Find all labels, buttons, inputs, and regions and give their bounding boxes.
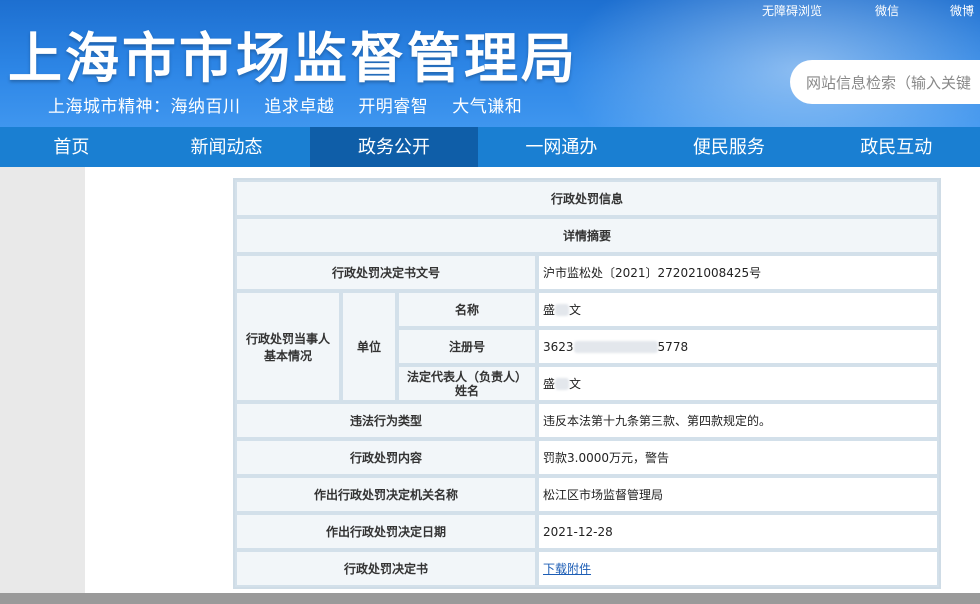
redacted-blur	[555, 304, 570, 316]
redacted-blur	[573, 340, 658, 353]
name-value: 盛文	[537, 291, 939, 328]
accessibility-link[interactable]: 无障碍浏览	[762, 2, 822, 19]
name-value-start: 盛	[543, 303, 556, 317]
download-attachment-link[interactable]: 下载附件	[543, 562, 591, 576]
table-row: 行政处罚决定书文号 沪市监松处〔2021〕272021008425号	[235, 254, 939, 291]
nav-item-online-services[interactable]: 一网通办	[478, 127, 645, 167]
name-label: 名称	[397, 291, 537, 328]
table-row: 作出行政处罚决定日期 2021-12-28	[235, 513, 939, 550]
weibo-link[interactable]: 微博	[950, 2, 974, 19]
penalty-content-value: 罚款3.0000万元，警告	[537, 439, 939, 476]
unit-label: 单位	[341, 291, 397, 402]
violation-type-label: 违法行为类型	[235, 402, 537, 439]
table-row: 行政处罚内容 罚款3.0000万元，警告	[235, 439, 939, 476]
table-row: 行政处罚决定书 下载附件	[235, 550, 939, 587]
registration-value: 3623 5778	[537, 328, 939, 365]
main-nav: 首页 新闻动态 政务公开 一网通办 便民服务 政民互动	[0, 127, 980, 167]
decision-document-value: 下载附件	[537, 550, 939, 587]
decision-document-label: 行政处罚决定书	[235, 550, 537, 587]
table-subtitle: 详情摘要	[235, 217, 939, 254]
legal-rep-label: 法定代表人（负责人）姓名	[397, 365, 537, 402]
slogan-part: 开明睿智	[358, 97, 429, 117]
name-value-end: 文	[569, 303, 582, 317]
city-slogan: 上海城市精神：海纳百川 追求卓越 开明睿智 大气谦和	[48, 92, 540, 117]
redacted-blur	[555, 378, 570, 390]
search-input[interactable]: 网站信息检索（输入关键	[790, 60, 980, 104]
registration-value-start: 3623	[543, 339, 574, 354]
site-header: 上海市市场监督管理局 上海城市精神：海纳百川 追求卓越 开明睿智 大气谦和 无障…	[0, 0, 980, 127]
doc-number-value: 沪市监松处〔2021〕272021008425号	[537, 254, 939, 291]
slogan-part: 上海城市精神：海纳百川	[48, 97, 241, 117]
authority-value: 松江区市场监督管理局	[537, 476, 939, 513]
nav-item-public-services[interactable]: 便民服务	[645, 127, 812, 167]
table-row: 详情摘要	[235, 217, 939, 254]
decision-date-value: 2021-12-28	[537, 513, 939, 550]
legal-rep-value-end: 文	[569, 377, 582, 391]
penalty-info-table: 行政处罚信息 详情摘要 行政处罚决定书文号 沪市监松处〔2021〕2720210…	[233, 178, 941, 589]
registration-label: 注册号	[397, 328, 537, 365]
wechat-link[interactable]: 微信	[875, 2, 899, 19]
table-row: 行政处罚信息	[235, 180, 939, 217]
nav-item-interaction[interactable]: 政民互动	[813, 127, 980, 167]
slogan-part: 追求卓越	[264, 97, 335, 117]
table-title: 行政处罚信息	[235, 180, 939, 217]
table-row: 行政处罚当事人基本情况 单位 名称 盛文	[235, 291, 939, 402]
authority-label: 作出行政处罚决定机关名称	[235, 476, 537, 513]
slogan-part: 大气谦和	[452, 97, 523, 117]
nav-item-news[interactable]: 新闻动态	[143, 127, 310, 167]
table-row: 违法行为类型 违反本法第十九条第三款、第四款规定的。	[235, 402, 939, 439]
page-bottom-strip	[0, 593, 980, 604]
doc-number-label: 行政处罚决定书文号	[235, 254, 537, 291]
party-info-label: 行政处罚当事人基本情况	[235, 291, 341, 402]
legal-rep-value-start: 盛	[543, 377, 556, 391]
violation-type-value: 违反本法第十九条第三款、第四款规定的。	[537, 402, 939, 439]
registration-value-end: 5778	[657, 339, 689, 354]
legal-rep-value: 盛文	[537, 365, 939, 402]
table-row: 作出行政处罚决定机关名称 松江区市场监督管理局	[235, 476, 939, 513]
nav-item-home[interactable]: 首页	[0, 127, 143, 167]
nav-item-government-affairs[interactable]: 政务公开	[310, 127, 478, 167]
site-title: 上海市市场监督管理局	[8, 27, 578, 90]
penalty-content-label: 行政处罚内容	[235, 439, 537, 476]
decision-date-label: 作出行政处罚决定日期	[235, 513, 537, 550]
